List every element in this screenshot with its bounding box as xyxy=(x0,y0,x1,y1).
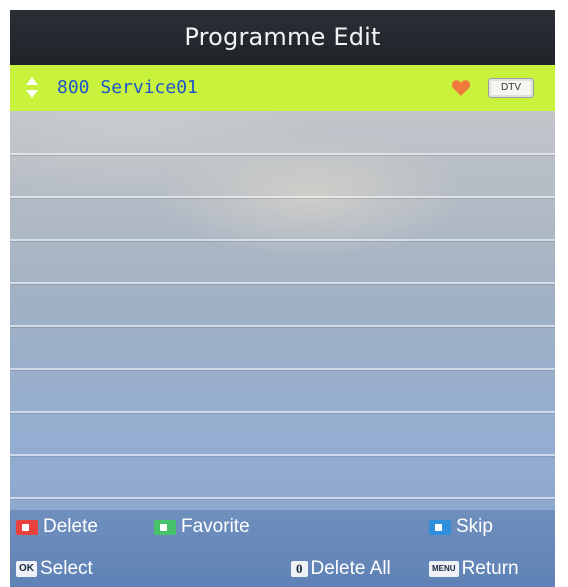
select-hint[interactable]: OK Select xyxy=(16,556,93,582)
programme-row-selected[interactable]: 800 Service01 DTV xyxy=(10,65,555,111)
red-key-icon xyxy=(16,519,38,535)
row-divider xyxy=(10,454,555,456)
up-down-arrows-icon xyxy=(26,75,38,101)
programme-list[interactable]: 800 Service01 DTV xyxy=(10,65,555,510)
programme-number: 800 xyxy=(57,77,90,98)
skip-hint-label: Skip xyxy=(456,516,493,537)
delete-hint[interactable]: Delete xyxy=(16,514,98,540)
menu-key-icon: MENU xyxy=(429,561,459,577)
delete-hint-label: Delete xyxy=(43,516,98,537)
skip-hint[interactable]: Skip xyxy=(429,514,493,540)
service-type-badge: DTV xyxy=(488,78,534,98)
row-divider xyxy=(10,153,555,155)
row-divider xyxy=(10,196,555,198)
favorite-hint-label: Favorite xyxy=(181,516,250,537)
delete-all-hint[interactable]: 0 Delete All xyxy=(291,556,391,582)
row-divider xyxy=(10,497,555,499)
favorite-hint[interactable]: Favorite xyxy=(154,514,250,540)
ok-key-icon: OK xyxy=(16,561,37,577)
return-hint-label: Return xyxy=(461,558,519,579)
row-divider xyxy=(10,282,555,284)
help-bar: Delete Favorite Skip OK Select 0 Delete Al… xyxy=(10,510,555,587)
heart-icon xyxy=(451,80,471,96)
green-key-icon xyxy=(154,519,176,535)
tv-menu-screen: Programme Edit 800 Service01 DTV Delete … xyxy=(10,10,555,587)
zero-key-icon: 0 xyxy=(291,561,308,577)
row-divider xyxy=(10,239,555,241)
row-divider xyxy=(10,411,555,413)
programme-name: Service01 xyxy=(100,77,198,98)
delete-all-hint-label: Delete All xyxy=(310,558,391,579)
row-divider xyxy=(10,368,555,370)
programme-label: 800 Service01 xyxy=(57,65,198,111)
blue-key-icon xyxy=(429,519,451,535)
select-hint-label: Select xyxy=(40,558,93,579)
page-title: Programme Edit xyxy=(10,10,555,65)
return-hint[interactable]: MENU Return xyxy=(429,556,519,582)
row-divider xyxy=(10,325,555,327)
